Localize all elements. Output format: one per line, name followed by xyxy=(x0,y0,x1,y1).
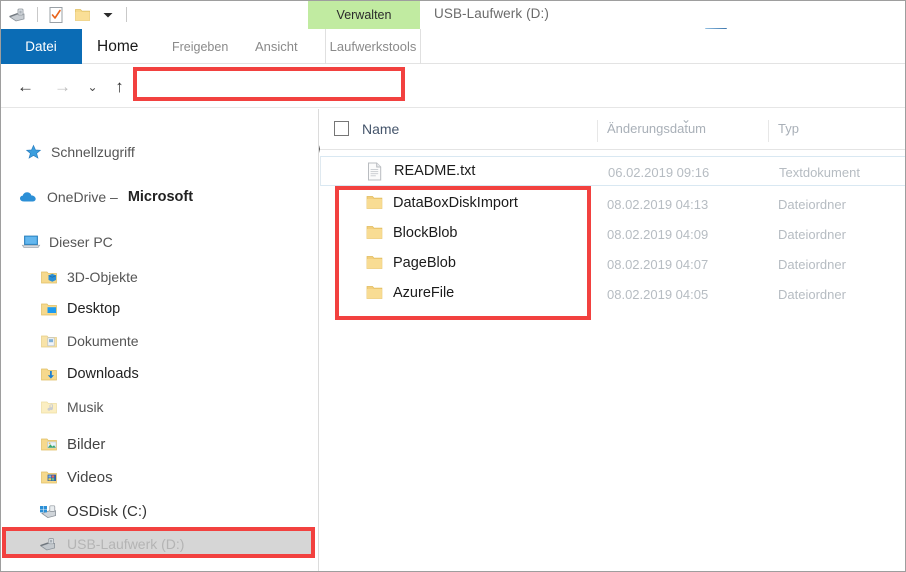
file-list-pane: Name ⌄ Änderungsdatum Typ README.txt 06.… xyxy=(320,109,906,572)
folder-pictures-icon xyxy=(38,434,60,454)
file-type: Dateiordner xyxy=(778,197,846,212)
tab-verwalten[interactable]: Verwalten xyxy=(308,0,420,29)
sidebar-item-desktop[interactable]: Desktop xyxy=(0,294,318,324)
tab-home[interactable]: Home xyxy=(97,29,138,64)
sidebar-onedrive-account: Microsoft xyxy=(127,189,194,205)
column-header-typ[interactable]: Typ xyxy=(778,121,799,136)
folder-icon xyxy=(365,284,384,303)
sidebar-item-label: Downloads xyxy=(67,366,139,382)
file-name: BlockBlob xyxy=(393,225,458,241)
file-date: 08.02.2019 04:07 xyxy=(607,257,709,272)
up-icon[interactable]: ↑ xyxy=(111,78,128,95)
title-bar: Verwalten USB-Laufwerk (D:) xyxy=(0,0,906,31)
sidebar-item-usb-laufwerk[interactable]: USB-Laufwerk (D:) xyxy=(3,529,314,558)
back-icon[interactable]: ← xyxy=(17,78,34,95)
folder-videos-icon xyxy=(38,467,60,487)
column-header-row: Name ⌄ Änderungsdatum Typ xyxy=(320,109,906,150)
text-file-icon xyxy=(366,162,385,181)
sidebar-item-3d-objekte[interactable]: 3D-Objekte xyxy=(0,262,318,292)
toolbar-separator-1 xyxy=(37,7,38,22)
file-name: PageBlob xyxy=(393,255,456,271)
sidebar-item-label: USB-Laufwerk (D:) xyxy=(67,535,185,552)
new-folder-icon[interactable] xyxy=(69,3,95,27)
sidebar-item-musik[interactable]: Musik xyxy=(0,392,318,422)
navigation-bar: ← → ⌄ ↑ › Dieser PC > USB-Laufwerk (D:) xyxy=(0,64,906,156)
cloud-icon xyxy=(18,187,40,207)
column-divider-2[interactable] xyxy=(768,120,769,142)
file-name: README.txt xyxy=(394,163,476,179)
sidebar-item-bilder[interactable]: Bilder xyxy=(0,429,318,459)
sidebar-item-videos[interactable]: Videos xyxy=(0,462,318,492)
sidebar-item-label: Bilder xyxy=(67,435,106,453)
sidebar-item-label: OneDrive – xyxy=(47,189,118,205)
window-title: USB-Laufwerk (D:) xyxy=(434,6,549,21)
column-header-name[interactable]: Name xyxy=(362,121,399,137)
file-date: 06.02.2019 09:16 xyxy=(608,165,710,180)
sidebar-item-label: 3D-Objekte xyxy=(67,269,138,285)
folder-music-icon xyxy=(38,397,60,417)
sidebar-item-downloads[interactable]: Downloads xyxy=(0,359,318,389)
sidebar-item-dokumente[interactable]: Dokumente xyxy=(0,326,318,356)
select-all-checkbox[interactable] xyxy=(334,121,349,136)
column-header-aenderungsdatum[interactable]: Änderungsdatum xyxy=(607,121,706,136)
navigation-pane: Schnellzugriff OneDrive – Microsoft Dies… xyxy=(0,109,319,572)
chevron-down-icon[interactable] xyxy=(95,3,121,27)
sidebar-item-schnellzugriff[interactable]: Schnellzugriff xyxy=(0,137,318,167)
usb-drive-icon xyxy=(38,534,60,554)
sidebar-item-label: Dokumente xyxy=(67,333,139,349)
folder-docs-icon xyxy=(38,331,60,351)
toolbar-separator-2 xyxy=(126,7,127,22)
sidebar-item-label: Schnellzugriff xyxy=(51,144,135,160)
table-row[interactable]: README.txt 06.02.2019 09:16 Textdokument xyxy=(320,156,906,186)
tab-datei[interactable]: Datei xyxy=(0,29,82,64)
sidebar-item-label: Videos xyxy=(67,468,113,486)
properties-icon[interactable] xyxy=(43,3,69,27)
sidebar-item-label: OSDisk (C:) xyxy=(67,502,147,520)
column-divider-1[interactable] xyxy=(597,120,598,142)
folder-icon xyxy=(365,224,384,243)
tab-freigeben[interactable]: Freigeben xyxy=(172,29,228,64)
usb-drive-icon[interactable] xyxy=(6,3,32,27)
sidebar-item-osdisk[interactable]: OSDisk (C:) xyxy=(0,496,318,526)
tab-laufwerkstools[interactable]: Laufwerkstools xyxy=(325,29,421,64)
file-date: 08.02.2019 04:09 xyxy=(607,227,709,242)
sidebar-item-onedrive[interactable]: OneDrive – Microsoft xyxy=(0,182,318,212)
sidebar-item-label: Dieser PC xyxy=(49,234,113,250)
star-icon xyxy=(22,142,44,162)
file-name: AzureFile xyxy=(393,285,455,301)
table-row[interactable]: AzureFile 08.02.2019 04:05 Dateiordner xyxy=(320,279,906,309)
pc-icon xyxy=(20,232,42,252)
folder-downloads-icon xyxy=(38,364,60,384)
folder-icon xyxy=(365,194,384,213)
folder-3d-icon xyxy=(38,267,60,287)
sidebar-item-label: Desktop xyxy=(67,301,121,317)
sidebar-item-label: Musik xyxy=(67,399,104,415)
file-name: DataBoxDiskImport xyxy=(393,195,518,211)
recent-locations-chevron-down-icon[interactable]: ⌄ xyxy=(84,78,101,95)
file-date: 08.02.2019 04:05 xyxy=(607,287,709,302)
table-row[interactable]: DataBoxDiskImport 08.02.2019 04:13 Datei… xyxy=(320,189,906,219)
file-explorer-window: Verwalten USB-Laufwerk (D:) Datei Home F… xyxy=(0,0,906,572)
quick-access-toolbar xyxy=(6,2,132,27)
table-row[interactable]: PageBlob 08.02.2019 04:07 Dateiordner xyxy=(320,249,906,279)
forward-icon[interactable]: → xyxy=(54,78,71,95)
hdd-windows-icon xyxy=(38,501,60,521)
file-type: Dateiordner xyxy=(778,287,846,302)
file-type: Dateiordner xyxy=(778,227,846,242)
folder-desktop-icon xyxy=(38,299,60,319)
sidebar-item-dieser-pc[interactable]: Dieser PC xyxy=(0,227,318,257)
file-type: Textdokument xyxy=(779,165,860,180)
file-type: Dateiordner xyxy=(778,257,846,272)
folder-icon xyxy=(365,254,384,273)
ribbon-tab-bar: Datei Home Freigeben Ansicht Laufwerksto… xyxy=(0,29,906,64)
table-row[interactable]: BlockBlob 08.02.2019 04:09 Dateiordner xyxy=(320,219,906,249)
tab-ansicht[interactable]: Ansicht xyxy=(255,29,298,64)
file-date: 08.02.2019 04:13 xyxy=(607,197,709,212)
